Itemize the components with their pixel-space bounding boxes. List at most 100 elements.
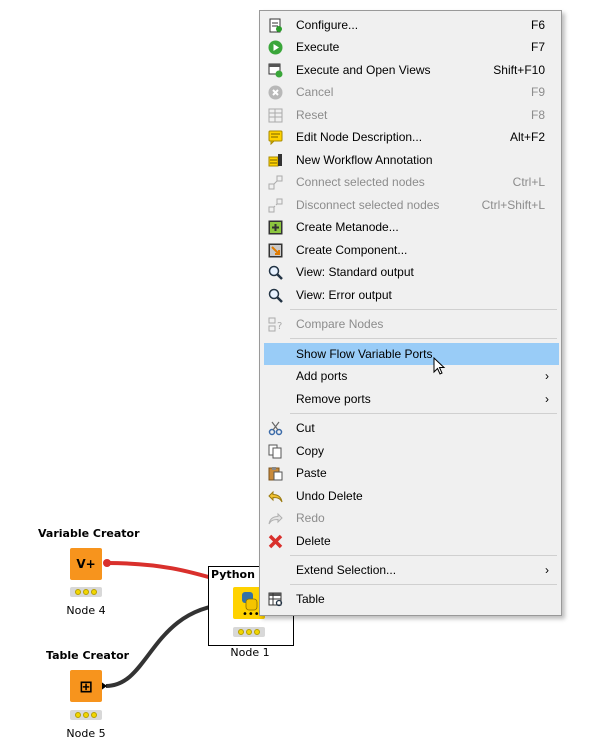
node-context-menu: Configure... F6 Execute F7 Execute and O… xyxy=(259,10,562,616)
delete-x-icon xyxy=(268,534,283,549)
table-creator-icon: ⊞ xyxy=(79,676,93,696)
component-icon xyxy=(268,243,283,258)
menu-item-cut[interactable]: Cut xyxy=(264,417,559,439)
menu-item-redo[interactable]: Redo xyxy=(264,507,559,529)
edit-description-icon xyxy=(268,130,283,145)
menu-item-shortcut: Shift+F10 xyxy=(493,63,545,77)
menu-item-label: Edit Node Description... xyxy=(296,130,423,144)
menu-item-label: View: Standard output xyxy=(296,265,414,279)
menu-item-label: Reset xyxy=(296,108,328,122)
menu-item-label: Redo xyxy=(296,511,325,525)
node-title-variable-creator[interactable]: Variable Creator xyxy=(38,527,140,540)
menu-item-shortcut: Ctrl+L xyxy=(512,175,545,189)
submenu-chevron-right-icon: › xyxy=(545,392,549,406)
menu-item-label: Create Component... xyxy=(296,243,408,257)
variable-creator-icon: V+ xyxy=(76,557,96,571)
menu-item-label: Disconnect selected nodes xyxy=(296,198,440,212)
menu-item-delete[interactable]: Delete xyxy=(264,530,559,552)
undo-icon xyxy=(268,490,283,503)
compare-nodes-icon: ? xyxy=(268,317,282,332)
menu-item-label: Cancel xyxy=(296,85,334,99)
execute-icon xyxy=(268,40,283,55)
node-status-traffic-light xyxy=(233,627,265,637)
menu-item-label: Configure... xyxy=(296,18,359,32)
menu-item-remove-ports[interactable]: Remove ports › xyxy=(264,388,559,410)
menu-item-label: Undo Delete xyxy=(296,489,363,503)
reset-icon xyxy=(268,108,283,123)
menu-item-execute[interactable]: Execute F7 xyxy=(264,36,559,58)
metanode-icon xyxy=(268,220,283,235)
menu-item-label: Cut xyxy=(296,421,315,435)
menu-item-shortcut: F7 xyxy=(530,40,545,54)
copy-icon xyxy=(268,444,282,459)
menu-item-table[interactable]: Table xyxy=(264,588,559,610)
node-status-traffic-light xyxy=(70,587,102,597)
variable-creator-node[interactable]: V+ xyxy=(70,548,102,580)
menu-item-shortcut: F9 xyxy=(530,85,545,99)
menu-item-label: View: Error output xyxy=(296,288,392,302)
node-status-traffic-light xyxy=(70,710,102,720)
svg-text:?: ? xyxy=(277,321,282,332)
table-view-icon xyxy=(268,592,283,607)
menu-item-shortcut: Alt+F2 xyxy=(509,130,545,144)
menu-item-shortcut: Ctrl+Shift+L xyxy=(481,198,545,212)
menu-item-label: Table xyxy=(296,592,325,606)
node-label[interactable]: Node 5 xyxy=(66,727,105,740)
menu-item-label: Compare Nodes xyxy=(296,317,384,331)
configure-icon xyxy=(269,18,282,33)
flow-variable-out-port xyxy=(103,559,111,567)
menu-item-undo-delete[interactable]: Undo Delete xyxy=(264,485,559,507)
menu-item-add-ports[interactable]: Add ports › xyxy=(264,365,559,387)
menu-item-disconnect-selected-nodes[interactable]: Disconnect selected nodes Ctrl+Shift+L xyxy=(264,194,559,216)
disconnect-nodes-icon xyxy=(268,198,283,213)
cancel-icon xyxy=(268,85,283,100)
menu-item-label: New Workflow Annotation xyxy=(296,153,433,167)
node-label[interactable]: Node 1 xyxy=(230,646,269,659)
menu-item-create-component[interactable]: Create Component... xyxy=(264,239,559,261)
menu-item-label: Execute and Open Views xyxy=(296,63,431,77)
magnifier-icon xyxy=(268,288,283,303)
table-creator-node[interactable]: ⊞ xyxy=(70,670,102,702)
menu-separator xyxy=(290,584,557,585)
node-label[interactable]: Node 4 xyxy=(66,604,105,617)
paste-icon xyxy=(268,467,283,481)
menu-item-label: Paste xyxy=(296,466,327,480)
magnifier-icon xyxy=(268,265,283,280)
menu-item-create-metanode[interactable]: Create Metanode... xyxy=(264,216,559,238)
menu-item-label: Add ports xyxy=(296,369,348,383)
svg-text:•••: ••• xyxy=(242,609,260,619)
menu-item-cancel[interactable]: Cancel F9 xyxy=(264,81,559,103)
node-title-table-creator[interactable]: Table Creator xyxy=(46,649,129,662)
mouse-pointer-icon xyxy=(433,357,446,375)
menu-item-configure[interactable]: Configure... F6 xyxy=(264,14,559,36)
menu-separator xyxy=(290,555,557,556)
menu-item-new-workflow-annotation[interactable]: New Workflow Annotation xyxy=(264,149,559,171)
menu-item-view-standard-output[interactable]: View: Standard output xyxy=(264,261,559,283)
menu-item-label: Show Flow Variable Ports xyxy=(296,347,433,361)
menu-item-execute-and-open-views[interactable]: Execute and Open Views Shift+F10 xyxy=(264,59,559,81)
menu-item-label: Create Metanode... xyxy=(296,220,399,234)
menu-separator xyxy=(290,338,557,339)
menu-item-connect-selected-nodes[interactable]: Connect selected nodes Ctrl+L xyxy=(264,171,559,193)
menu-item-edit-node-description[interactable]: Edit Node Description... Alt+F2 xyxy=(264,126,559,148)
menu-item-copy[interactable]: Copy xyxy=(264,440,559,462)
menu-item-label: Remove ports xyxy=(296,392,371,406)
menu-item-paste[interactable]: Paste xyxy=(264,462,559,484)
menu-item-label: Execute xyxy=(296,40,340,54)
menu-item-label: Copy xyxy=(296,444,325,458)
annotation-icon xyxy=(268,154,282,167)
connect-nodes-icon xyxy=(268,175,283,190)
submenu-chevron-right-icon: › xyxy=(545,369,549,383)
menu-separator xyxy=(290,309,557,310)
menu-item-extend-selection[interactable]: Extend Selection... › xyxy=(264,559,559,581)
menu-item-compare-nodes[interactable]: ? Compare Nodes xyxy=(264,313,559,335)
redo-icon xyxy=(268,512,283,525)
menu-item-show-flow-variable-ports[interactable]: Show Flow Variable Ports xyxy=(264,343,559,365)
menu-item-shortcut: F6 xyxy=(530,18,545,32)
menu-item-reset[interactable]: Reset F8 xyxy=(264,104,559,126)
menu-item-label: Delete xyxy=(296,534,331,548)
submenu-chevron-right-icon: › xyxy=(545,563,549,577)
menu-item-view-error-output[interactable]: View: Error output xyxy=(264,284,559,306)
execute-open-views-icon xyxy=(268,63,283,78)
scissors-icon xyxy=(268,421,283,436)
